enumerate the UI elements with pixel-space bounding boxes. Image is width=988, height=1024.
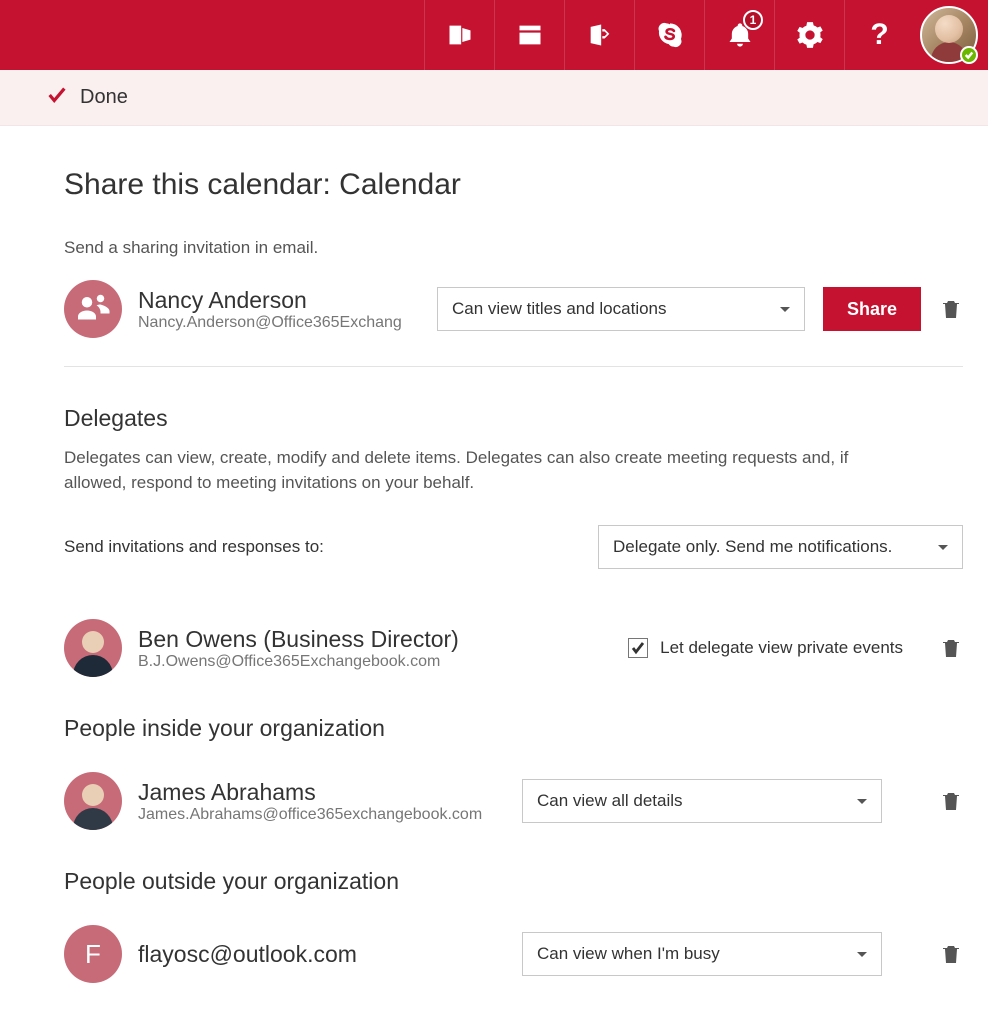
- inside-permission-select[interactable]: Can view all details: [522, 779, 882, 823]
- delegate-send-to-value: Delegate only. Send me notifications.: [613, 537, 892, 557]
- delegate-send-to-select[interactable]: Delegate only. Send me notifications.: [598, 525, 963, 569]
- outside-person-row: F flayosc@outlook.com Can view when I'm …: [64, 925, 963, 983]
- people-icon: [64, 280, 122, 338]
- invite-permission-select[interactable]: Can view titles and locations: [437, 287, 805, 331]
- invite-subtext: Send a sharing invitation in email.: [64, 238, 963, 258]
- delegate-person: Ben Owens (Business Director) B.J.Owens@…: [64, 619, 504, 677]
- skype-icon[interactable]: [634, 0, 704, 70]
- outside-permission-value: Can view when I'm busy: [537, 944, 720, 964]
- person-photo: [64, 619, 122, 677]
- inside-person: James Abrahams James.Abrahams@office365e…: [64, 772, 504, 830]
- notifications-icon[interactable]: 1: [704, 0, 774, 70]
- inside-person-email: James.Abrahams@office365exchangebook.com: [138, 806, 482, 824]
- calendar-app-icon[interactable]: [494, 0, 564, 70]
- sharepoint-app-icon[interactable]: [564, 0, 634, 70]
- chevron-down-icon: [780, 307, 790, 317]
- notification-badge: 1: [743, 10, 763, 30]
- page-title: Share this calendar: Calendar: [64, 168, 963, 202]
- outside-heading: People outside your organization: [64, 868, 963, 895]
- invite-person-email: Nancy.Anderson@Office365Exchang: [138, 314, 402, 332]
- delegate-person-row: Ben Owens (Business Director) B.J.Owens@…: [64, 619, 963, 677]
- chevron-down-icon: [857, 952, 867, 962]
- delegate-person-email: B.J.Owens@Office365Exchangebook.com: [138, 653, 459, 671]
- inside-person-name: James Abrahams: [138, 779, 482, 806]
- invite-person: Nancy Anderson Nancy.Anderson@Office365E…: [64, 280, 419, 338]
- delegates-description: Delegates can view, create, modify and d…: [64, 446, 884, 495]
- top-nav: 1 ?: [0, 0, 988, 70]
- invite-permission-value: Can view titles and locations: [452, 299, 667, 319]
- invite-person-name: Nancy Anderson: [138, 287, 402, 314]
- inside-person-row: James Abrahams James.Abrahams@office365e…: [64, 772, 963, 830]
- remove-outside-button[interactable]: [939, 942, 963, 966]
- delegates-heading: Delegates: [64, 405, 963, 432]
- inside-permission-value: Can view all details: [537, 791, 683, 811]
- chevron-down-icon: [938, 545, 948, 555]
- person-photo: [64, 772, 122, 830]
- chevron-down-icon: [857, 799, 867, 809]
- remove-delegate-button[interactable]: [939, 636, 963, 660]
- help-icon[interactable]: ?: [844, 0, 914, 70]
- presence-available-icon: [960, 46, 978, 64]
- delegate-send-to-row: Send invitations and responses to: Deleg…: [64, 525, 963, 569]
- share-button[interactable]: Share: [823, 287, 921, 331]
- outside-person-email: flayosc@outlook.com: [138, 941, 357, 968]
- checkbox-checked-icon: [628, 638, 648, 658]
- check-icon: [46, 84, 68, 111]
- invite-row: Nancy Anderson Nancy.Anderson@Office365E…: [64, 280, 963, 367]
- person-initial-avatar: F: [64, 925, 122, 983]
- mail-app-icon[interactable]: [424, 0, 494, 70]
- delegate-send-to-label: Send invitations and responses to:: [64, 537, 324, 557]
- inside-heading: People inside your organization: [64, 715, 963, 742]
- settings-gear-icon[interactable]: [774, 0, 844, 70]
- person-initial: F: [85, 939, 101, 970]
- private-events-checkbox[interactable]: Let delegate view private events: [628, 638, 903, 658]
- private-events-label: Let delegate view private events: [660, 638, 903, 658]
- outside-person: F flayosc@outlook.com: [64, 925, 504, 983]
- done-label: Done: [80, 86, 128, 109]
- profile-avatar[interactable]: [920, 6, 978, 64]
- main-content: Share this calendar: Calendar Send a sha…: [0, 126, 988, 1023]
- delegate-person-name: Ben Owens (Business Director): [138, 626, 459, 653]
- remove-inside-button[interactable]: [939, 789, 963, 813]
- remove-invite-button[interactable]: [939, 297, 963, 321]
- outside-permission-select[interactable]: Can view when I'm busy: [522, 932, 882, 976]
- done-button[interactable]: Done: [0, 70, 988, 126]
